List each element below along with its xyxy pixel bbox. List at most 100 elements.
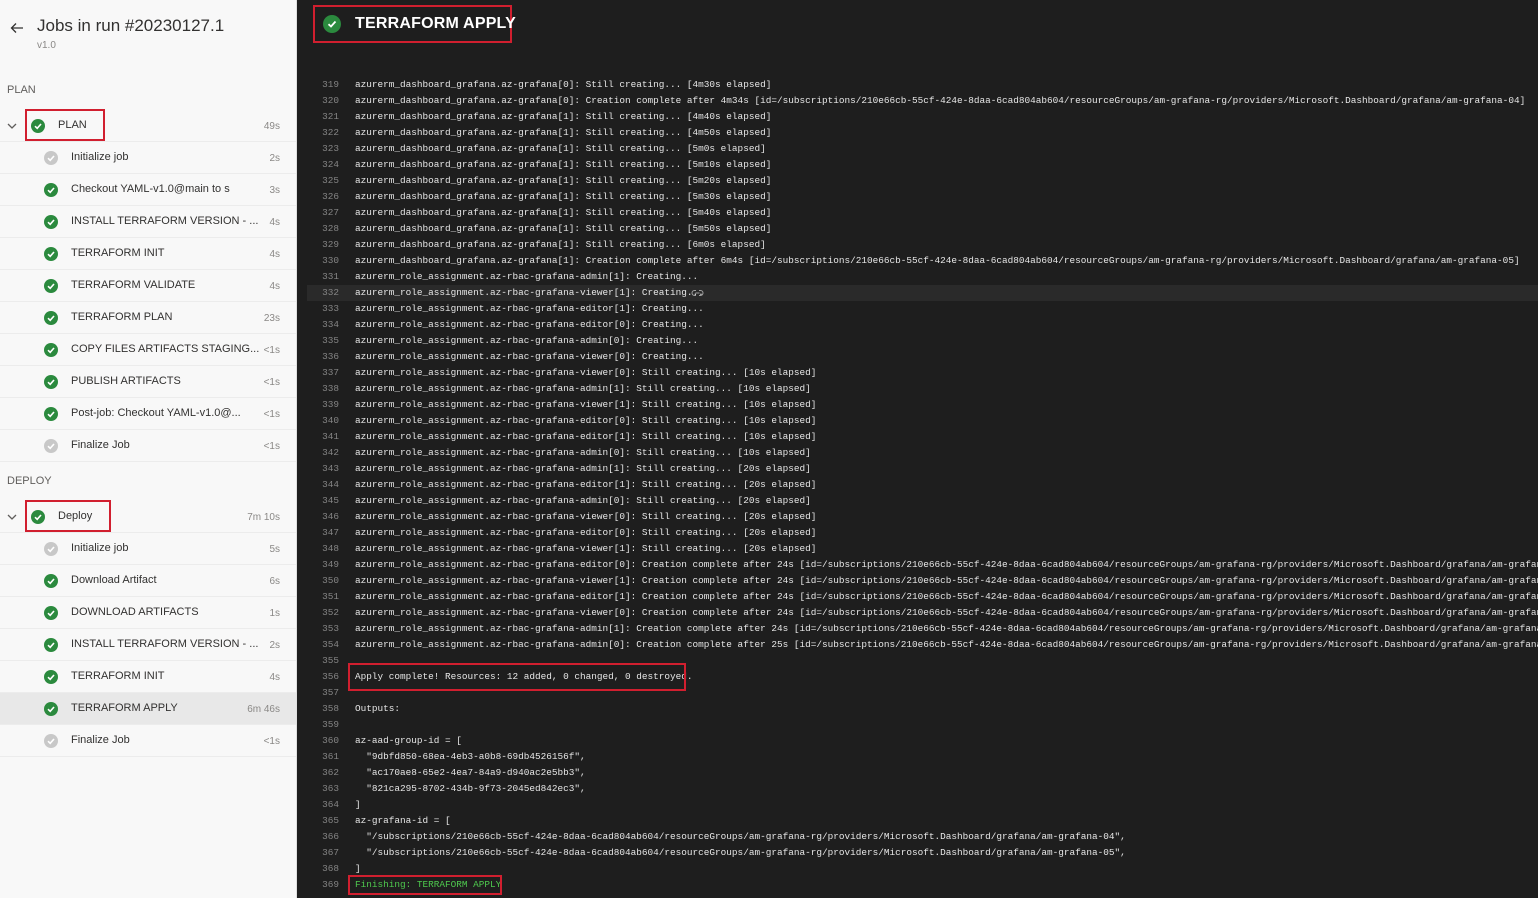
log-line: 347 azurerm_role_assignment.az-rbac-grafa… — [307, 525, 1538, 541]
log-text: "ac170ae8-65e2-4ea7-84a9-d940ac2e5bb3", — [355, 767, 586, 778]
log-text: az-aad-group-id = [ — [355, 735, 462, 746]
log-text: azurerm_role_assignment.az-rbac-grafana-… — [355, 447, 811, 458]
job-row[interactable]: TERRAFORM PLAN 23s — [0, 302, 296, 334]
run-version: v1.0 — [37, 40, 56, 51]
line-number: 349 — [322, 559, 339, 570]
log-line: 337 azurerm_role_assignment.az-rbac-grafa… — [307, 365, 1538, 381]
log-line: 352 azurerm_role_assignment.az-rbac-grafa… — [307, 605, 1538, 621]
log-text: "9dbfd850-68ea-4eb3-a0b8-69db4526156f", — [355, 751, 586, 762]
chevron-down-icon[interactable] — [6, 511, 18, 523]
job-row[interactable]: DOWNLOAD ARTIFACTS 1s — [0, 597, 296, 629]
log-text: azurerm_dashboard_grafana.az-grafana[1]:… — [355, 239, 766, 250]
log-line: 363 "821ca295-8702-434b-9f73-2045ed842ec… — [307, 781, 1538, 797]
line-number: 329 — [322, 239, 339, 250]
job-row[interactable]: Checkout YAML-v1.0@main to s 3s — [0, 174, 296, 206]
line-number: 356 — [322, 671, 339, 682]
job-name: TERRAFORM INIT — [71, 670, 165, 682]
stage-name: Deploy — [58, 510, 93, 522]
log-text: az-grafana-id = [ — [355, 815, 451, 826]
log-text: azurerm_role_assignment.az-rbac-grafana-… — [355, 319, 704, 330]
job-name: TERRAFORM APPLY — [71, 702, 178, 714]
job-name: DOWNLOAD ARTIFACTS — [71, 606, 199, 618]
log-line: 366 "/subscriptions/210e66cb-55cf-424e-8… — [307, 829, 1538, 845]
log-line: 351 azurerm_role_assignment.az-rbac-grafa… — [307, 589, 1538, 605]
log-line: 365 az-grafana-id = [ — [307, 813, 1538, 829]
line-number: 325 — [322, 175, 339, 186]
log-output[interactable]: 319 azurerm_dashboard_grafana.az-grafana[… — [307, 77, 1538, 895]
log-line: 333 azurerm_role_assignment.az-rbac-grafa… — [307, 301, 1538, 317]
line-number: 337 — [322, 367, 339, 378]
job-row[interactable]: Post-job: Checkout YAML-v1.0@... <1s — [0, 398, 296, 430]
job-row[interactable]: COPY FILES ARTIFACTS STAGING... <1s — [0, 334, 296, 366]
job-duration: 4s — [269, 672, 280, 683]
run-title: Jobs in run #20230127.1 — [37, 16, 225, 35]
line-number: 366 — [322, 831, 339, 842]
check-circle-grey-icon — [44, 542, 58, 556]
log-text: azurerm_role_assignment.az-rbac-grafana-… — [355, 383, 811, 394]
line-number: 334 — [322, 319, 339, 330]
log-line: 330 azurerm_dashboard_grafana.az-grafana[… — [307, 253, 1538, 269]
stage-row-plan[interactable]: PLAN 49s — [0, 110, 296, 142]
check-circle-icon — [44, 375, 58, 389]
job-row[interactable]: TERRAFORM INIT 4s — [0, 238, 296, 270]
job-duration: 1s — [269, 608, 280, 619]
job-title: TERRAFORM APPLY — [355, 15, 516, 32]
log-line: 368] — [307, 861, 1538, 877]
log-line: 340 azurerm_role_assignment.az-rbac-grafa… — [307, 413, 1538, 429]
line-number: 327 — [322, 207, 339, 218]
job-row[interactable]: Finalize Job <1s — [0, 725, 296, 757]
line-number: 331 — [322, 271, 339, 282]
log-text: azurerm_dashboard_grafana.az-grafana[1]:… — [355, 143, 766, 154]
job-duration: 6m 46s — [247, 704, 280, 715]
log-line: 360 az-aad-group-id = [ — [307, 733, 1538, 749]
job-row[interactable]: TERRAFORM VALIDATE 4s — [0, 270, 296, 302]
line-number: 344 — [322, 479, 339, 490]
log-line: 320 azurerm_dashboard_grafana.az-grafana[… — [307, 93, 1538, 109]
jobs-sidebar: Jobs in run #20230127.1 v1.0 PLAN PLAN 49s… — [0, 0, 297, 898]
job-row[interactable]: TERRAFORM INIT 4s — [0, 661, 296, 693]
check-circle-grey-icon — [44, 151, 58, 165]
log-line: 338 azurerm_role_assignment.az-rbac-grafa… — [307, 381, 1538, 397]
job-row[interactable]: PUBLISH ARTIFACTS <1s — [0, 366, 296, 398]
job-row[interactable]: INSTALL TERRAFORM VERSION - ... 4s — [0, 206, 296, 238]
arrow-left-icon[interactable] — [9, 20, 25, 36]
link-icon[interactable] — [691, 289, 704, 297]
line-number: 367 — [322, 847, 339, 858]
line-number: 360 — [322, 735, 339, 746]
job-row[interactable]: Finalize Job <1s — [0, 430, 296, 462]
log-text: Finishing: TERRAFORM APPLY — [355, 879, 502, 890]
log-text: azurerm_role_assignment.az-rbac-grafana-… — [355, 559, 1538, 570]
job-row[interactable]: Initialize job 2s — [0, 142, 296, 174]
log-line: 343 azurerm_role_assignment.az-rbac-grafa… — [307, 461, 1538, 477]
line-number: 343 — [322, 463, 339, 474]
log-line: 357 — [307, 685, 1538, 701]
log-text: Apply complete! Resources: 12 added, 0 c… — [355, 671, 693, 682]
chevron-down-icon[interactable] — [6, 120, 18, 132]
line-number: 326 — [322, 191, 339, 202]
log-line: 336 azurerm_role_assignment.az-rbac-grafa… — [307, 349, 1538, 365]
check-circle-icon — [44, 407, 58, 421]
job-row[interactable]: INSTALL TERRAFORM VERSION - ... 2s — [0, 629, 296, 661]
line-number: 324 — [322, 159, 339, 170]
line-number: 341 — [322, 431, 339, 442]
log-text: azurerm_role_assignment.az-rbac-grafana-… — [355, 495, 811, 506]
log-line: 361 "9dbfd850-68ea-4eb3-a0b8-69db4526156… — [307, 749, 1538, 765]
line-number: 338 — [322, 383, 339, 394]
log-text: azurerm_role_assignment.az-rbac-grafana-… — [355, 351, 704, 362]
job-row[interactable]: Download Artifact 6s — [0, 565, 296, 597]
stage-row-deploy[interactable]: Deploy 7m 10s — [0, 501, 296, 533]
check-circle-icon — [323, 15, 341, 33]
job-duration: 23s — [263, 313, 280, 324]
log-text: azurerm_role_assignment.az-rbac-grafana-… — [355, 303, 704, 314]
job-name: Initialize job — [71, 542, 129, 554]
log-text: azurerm_role_assignment.az-rbac-grafana-… — [355, 607, 1538, 618]
job-row[interactable]: Initialize job 5s — [0, 533, 296, 565]
log-line: 367 "/subscriptions/210e66cb-55cf-424e-8… — [307, 845, 1538, 861]
log-line: 350 azurerm_role_assignment.az-rbac-grafa… — [307, 573, 1538, 589]
stage-name: PLAN — [58, 119, 87, 131]
job-name: PUBLISH ARTIFACTS — [71, 375, 181, 387]
check-circle-icon — [44, 183, 58, 197]
log-line: 321 azurerm_dashboard_grafana.az-grafana[… — [307, 109, 1538, 125]
job-row[interactable]: TERRAFORM APPLY 6m 46s — [0, 693, 296, 725]
check-circle-icon — [44, 215, 58, 229]
